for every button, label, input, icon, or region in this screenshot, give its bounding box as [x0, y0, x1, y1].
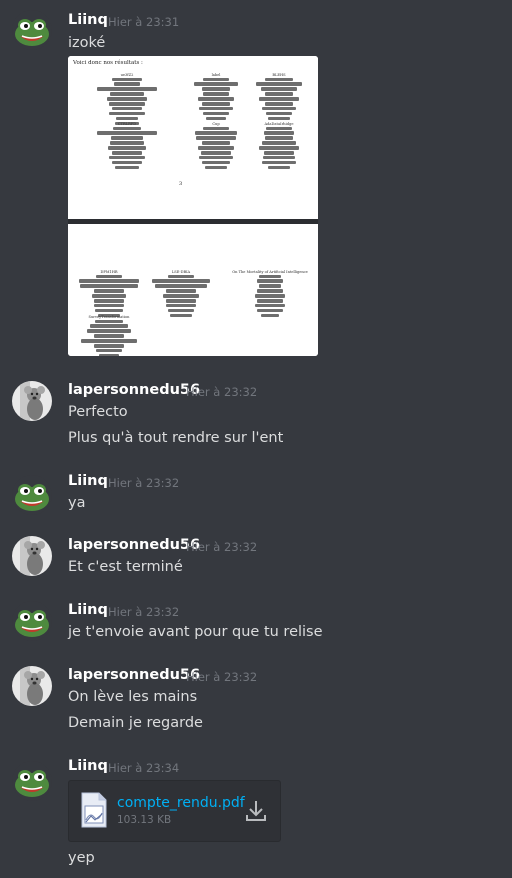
koala-avatar-icon	[12, 536, 52, 576]
file-name-link[interactable]: compte_rendu.pdf	[117, 795, 245, 811]
message-text: On lève les mains	[68, 689, 198, 705]
frog-avatar-icon	[12, 601, 52, 641]
page-number: 3	[179, 181, 183, 187]
author-name[interactable]: lapersonnedu56	[68, 537, 200, 553]
avatar[interactable]	[12, 475, 52, 515]
avatar[interactable]	[12, 601, 52, 641]
message-group: lapersonnedu56 Hier à 23:32 Et c'est ter…	[0, 530, 512, 595]
file-attachment: compte_rendu.pdf 103.13 KB	[68, 780, 281, 842]
author-name[interactable]: Liinq	[68, 602, 108, 618]
message-group: Liinq Hier à 23:32 ya	[0, 465, 512, 530]
result-block: CTRLRFD	[96, 122, 158, 171]
document-page: DPM1HR LSE-DBIA On The Mortality of Arti…	[68, 224, 318, 356]
timestamp: Hier à 23:32	[186, 385, 258, 399]
avatar[interactable]	[12, 536, 52, 576]
download-icon[interactable]	[245, 799, 267, 823]
timestamp: Hier à 23:32	[108, 605, 180, 619]
result-block: BLEHS	[248, 73, 310, 122]
author-name[interactable]: Liinq	[68, 758, 108, 774]
message-text: Et c'est terminé	[68, 559, 183, 575]
message-text: je t'envoie avant pour que tu relise	[68, 624, 323, 640]
image-attachment[interactable]: Voici donc nos résultats : ue3fZ2 label …	[68, 56, 318, 356]
koala-avatar-icon	[12, 381, 52, 421]
result-block: SurveyTransformation	[78, 315, 140, 356]
file-size: 103.13 KB	[117, 814, 172, 826]
message-text: yep	[68, 850, 95, 866]
message-text: Demain je regarde	[68, 715, 203, 731]
frog-avatar-icon	[12, 10, 52, 50]
message-text: Perfecto	[68, 404, 128, 420]
message-group: Liinq Hier à 23:32 je t'envoie avant pou…	[0, 595, 512, 660]
author-name[interactable]: Liinq	[68, 12, 108, 28]
result-block: ue3fZ2	[96, 73, 158, 126]
author-name[interactable]: lapersonnedu56	[68, 667, 200, 683]
timestamp: Hier à 23:32	[186, 670, 258, 684]
result-block: On The Mortality of Artificial Intellige…	[228, 270, 312, 319]
message-text: izoké	[68, 35, 106, 51]
frog-avatar-icon	[12, 761, 52, 801]
avatar[interactable]	[12, 666, 52, 706]
message-group: lapersonnedu56 Hier à 23:32 Perfecto Plu…	[0, 370, 512, 465]
document-page: Voici donc nos résultats : ue3fZ2 label …	[68, 56, 318, 219]
avatar[interactable]	[12, 10, 52, 50]
avatar[interactable]	[12, 381, 52, 421]
pdf-file-icon	[81, 792, 107, 828]
author-name[interactable]: lapersonnedu56	[68, 382, 200, 398]
message-group: lapersonnedu56 Hier à 23:32 On lève les …	[0, 660, 512, 755]
timestamp: Hier à 23:31	[108, 15, 180, 29]
message-text: Plus qu'à tout rendre sur l'ent	[68, 430, 284, 446]
message-text: ya	[68, 495, 86, 511]
message-group: Liinq Hier à 23:31 izoké Voici donc nos …	[0, 0, 512, 370]
result-block: LSE-DBIA	[150, 270, 212, 319]
result-block: Cup	[185, 122, 247, 171]
koala-avatar-icon	[12, 666, 52, 706]
timestamp: Hier à 23:34	[108, 761, 180, 775]
result-block: label	[185, 73, 247, 122]
author-name[interactable]: Liinq	[68, 473, 108, 489]
document-heading: Voici donc nos résultats :	[73, 60, 143, 66]
result-block: DPM1HR	[78, 270, 140, 319]
avatar[interactable]	[12, 761, 52, 801]
timestamp: Hier à 23:32	[186, 540, 258, 554]
timestamp: Hier à 23:32	[108, 476, 180, 490]
frog-avatar-icon	[12, 475, 52, 515]
result-block: AdaDataIrhidge	[248, 122, 310, 171]
